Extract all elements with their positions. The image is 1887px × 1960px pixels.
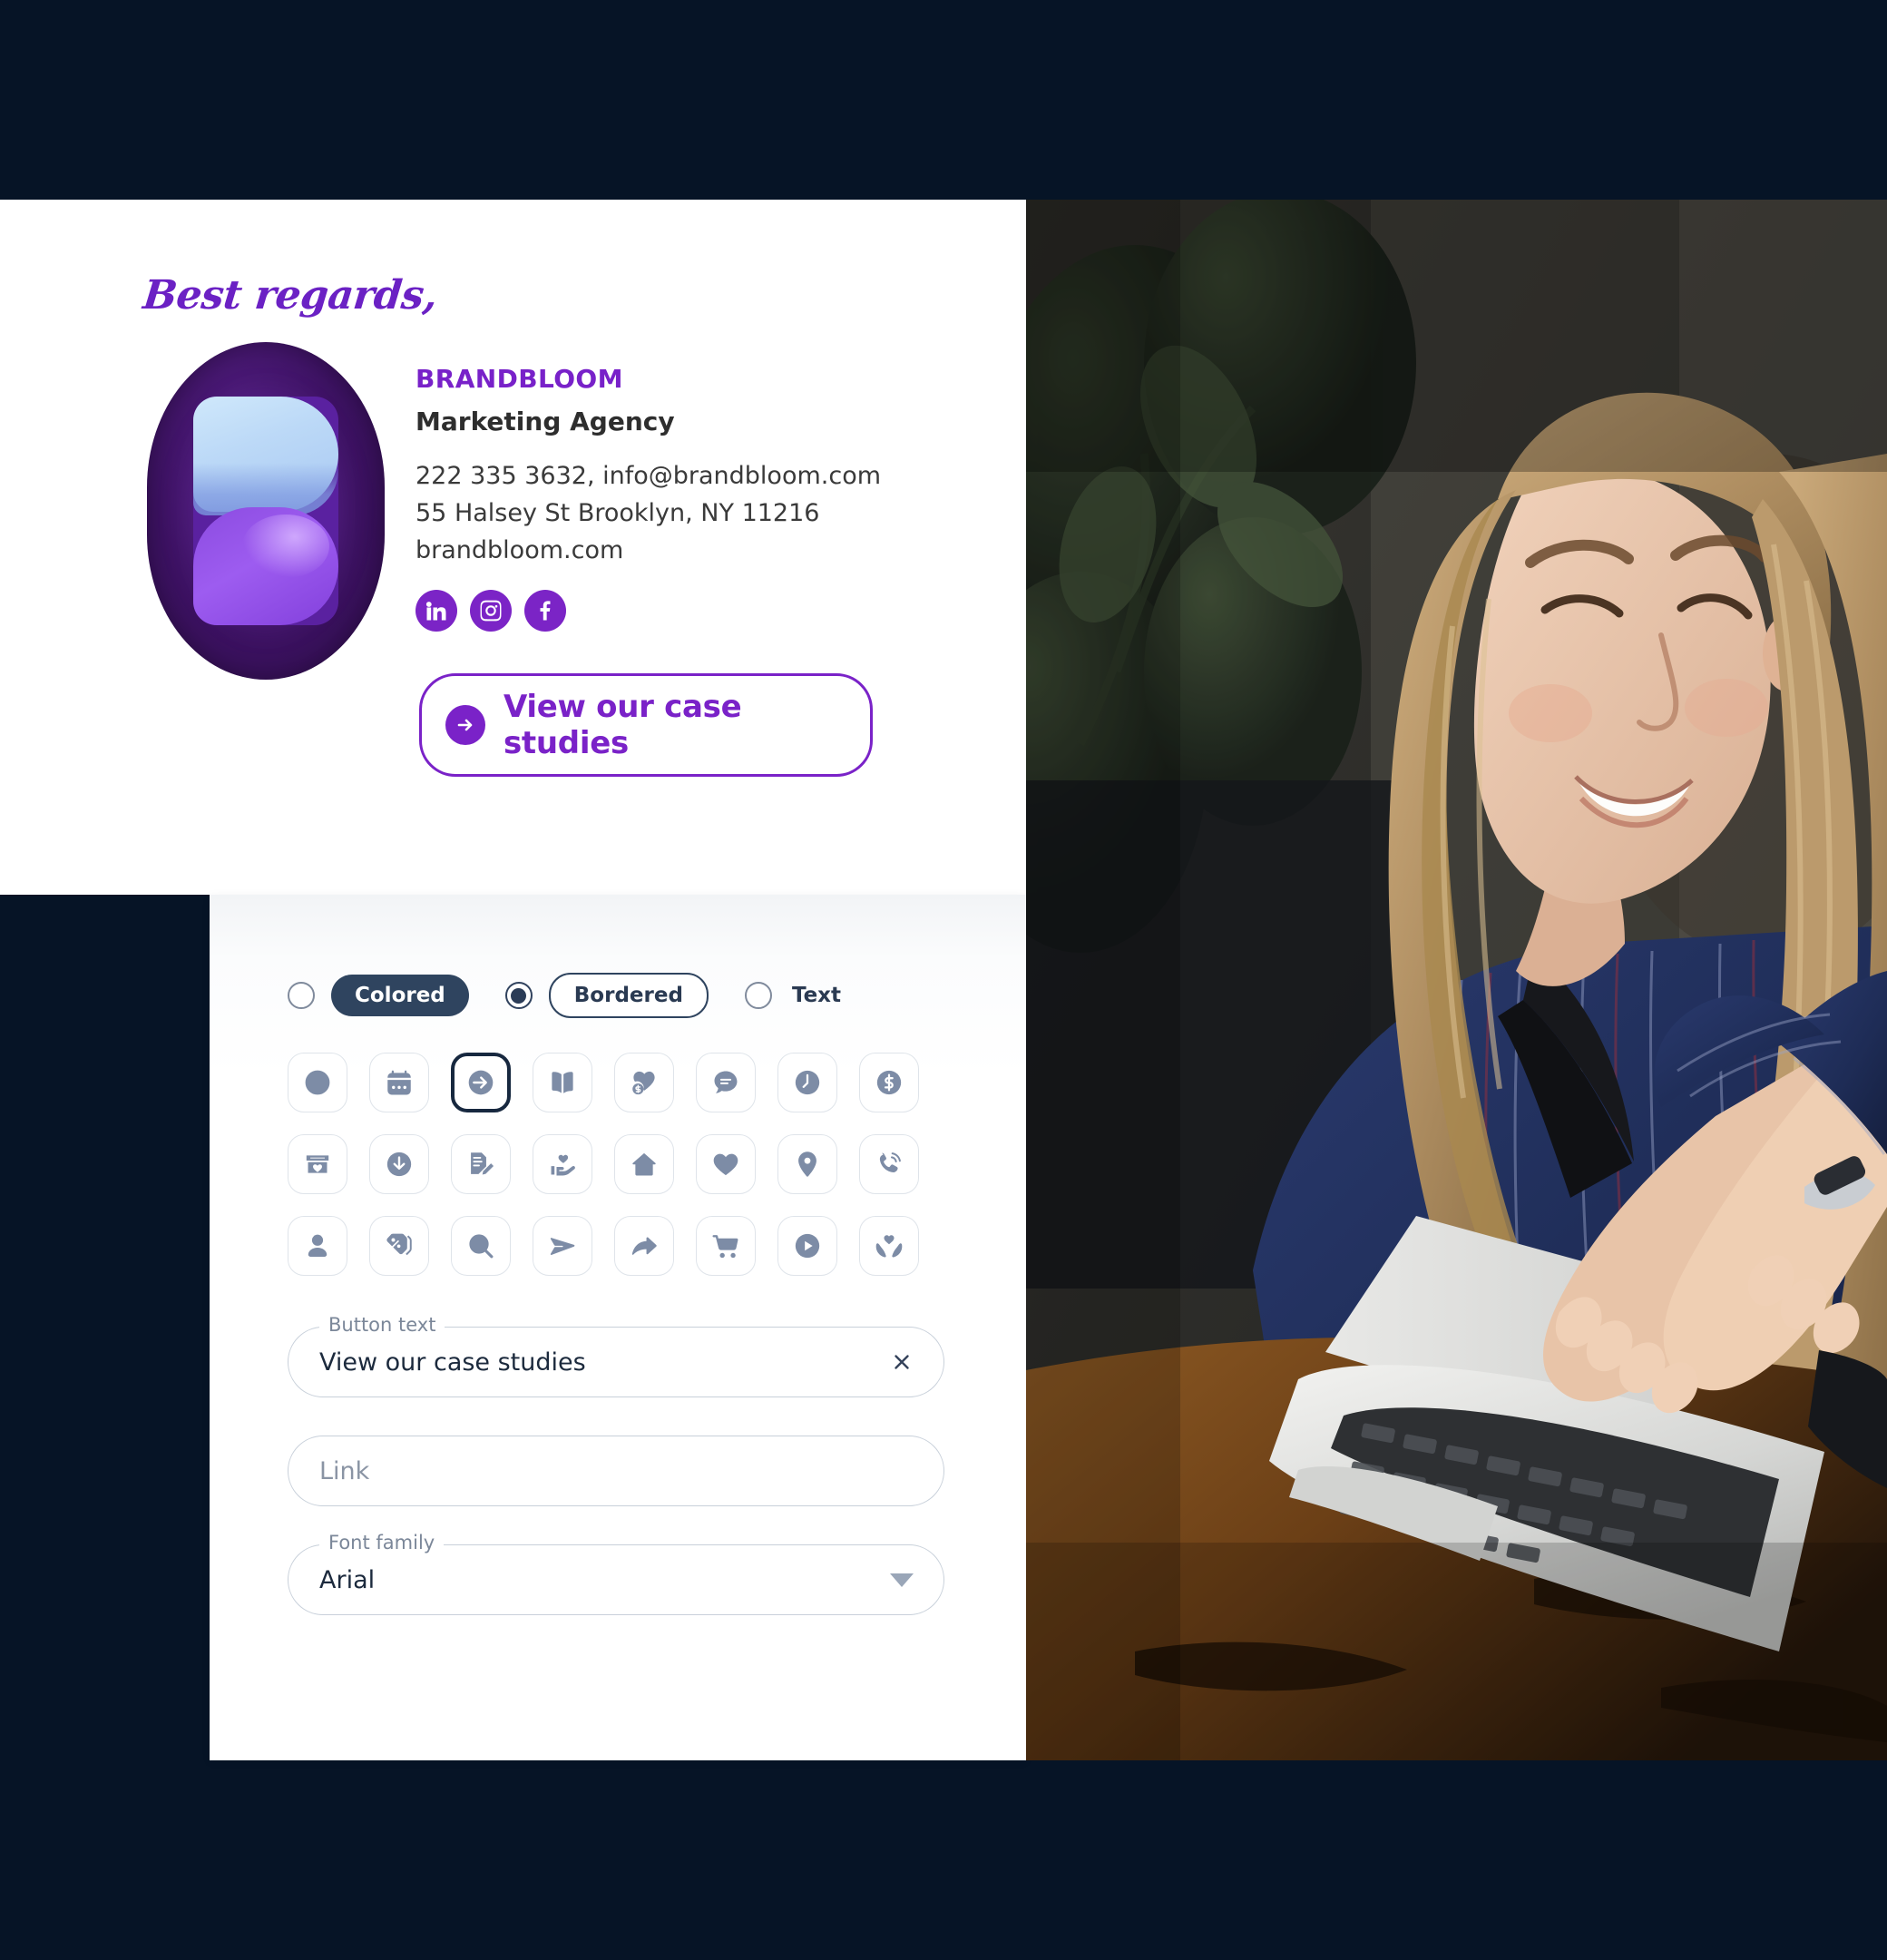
- style-option-colored[interactable]: Colored: [288, 975, 469, 1016]
- cta-button-preview[interactable]: View our case studies: [419, 673, 873, 778]
- logo-letter-b: [193, 397, 338, 625]
- icon-option-user-icon[interactable]: [288, 1216, 347, 1276]
- instagram-icon[interactable]: [470, 590, 512, 632]
- link-placeholder: Link: [319, 1456, 370, 1485]
- signature-content: Best regards, BRANDBLOOM Marketing Agenc…: [141, 272, 881, 778]
- hero-photo-illustration: [1026, 200, 1887, 1760]
- signature-preview-card: Best regards, BRANDBLOOM Marketing Agenc…: [0, 200, 1026, 895]
- contact-line-website: brandbloom.com: [416, 536, 624, 565]
- signature-body: BRANDBLOOM Marketing Agency 222 335 3632…: [143, 342, 881, 778]
- icon-option-home-icon[interactable]: [614, 1134, 674, 1194]
- icon-option-no-icon[interactable]: [288, 1053, 347, 1112]
- icon-option-heart-icon[interactable]: [696, 1134, 756, 1194]
- icon-option-gift-box-icon[interactable]: [288, 1134, 347, 1194]
- salutation-text: Best regards,: [141, 272, 440, 318]
- linkedin-icon[interactable]: [416, 590, 457, 632]
- close-icon[interactable]: [887, 1348, 916, 1377]
- radio-colored[interactable]: [288, 982, 315, 1009]
- icon-option-clock-icon[interactable]: [777, 1053, 837, 1112]
- icon-picker-grid: [288, 1053, 919, 1276]
- icon-option-edit-document-icon[interactable]: [451, 1134, 511, 1194]
- signature-details: BRANDBLOOM Marketing Agency 222 335 3632…: [416, 342, 881, 778]
- style-label-colored: Colored: [331, 975, 469, 1016]
- logo-b-lower-highlight: [242, 514, 329, 578]
- icon-option-arrow-right-circle-icon[interactable]: [451, 1053, 511, 1112]
- button-text-field[interactable]: Button text View our case studies: [288, 1314, 944, 1397]
- style-label-text: Text: [791, 984, 842, 1007]
- radio-bordered[interactable]: [504, 982, 533, 1009]
- icon-option-dollar-circle-icon[interactable]: [859, 1053, 919, 1112]
- brand-role: Marketing Agency: [416, 407, 675, 436]
- icon-option-book-open-icon[interactable]: [533, 1053, 592, 1112]
- logo-container: [143, 342, 385, 777]
- font-family-value: Arial: [319, 1565, 376, 1594]
- icon-option-heart-dollar-icon[interactable]: [614, 1053, 674, 1112]
- font-family-label: Font family: [319, 1532, 445, 1553]
- icon-option-download-circle-icon[interactable]: [369, 1134, 429, 1194]
- icon-option-search-icon[interactable]: [451, 1216, 511, 1276]
- icon-option-hand-heart-icon[interactable]: [533, 1134, 592, 1194]
- link-field[interactable]: Link: [288, 1436, 944, 1506]
- icon-option-calendar-icon[interactable]: [369, 1053, 429, 1112]
- contact-block: 222 335 3632, info@brandbloom.com 55 Hal…: [416, 460, 881, 566]
- radio-text[interactable]: [744, 982, 772, 1009]
- chevron-down-icon[interactable]: [887, 1565, 916, 1594]
- button-editor-panel: Colored Bordered Text Button text View o…: [210, 895, 1026, 1760]
- brandbloom-logo-icon: [147, 342, 385, 680]
- icon-option-chat-bubble-icon[interactable]: [696, 1053, 756, 1112]
- icon-option-share-arrow-icon[interactable]: [614, 1216, 674, 1276]
- button-text-label: Button text: [319, 1314, 445, 1336]
- editor-fields: Button text View our case studies Link F…: [288, 1314, 944, 1615]
- icon-option-shopping-cart-icon[interactable]: [696, 1216, 756, 1276]
- style-option-bordered[interactable]: Bordered: [504, 973, 709, 1018]
- facebook-icon[interactable]: [524, 590, 566, 632]
- icon-option-hands-heart-icon[interactable]: [859, 1216, 919, 1276]
- arrow-right-circle-icon: [445, 705, 485, 746]
- brand-name: BRANDBLOOM: [416, 364, 623, 394]
- icon-option-map-pin-icon[interactable]: [777, 1134, 837, 1194]
- cta-button-label: View our case studies: [504, 689, 742, 762]
- hero-photo: [1026, 200, 1887, 1760]
- contact-line-address: 55 Halsey St Brooklyn, NY 11216: [416, 499, 820, 528]
- icon-option-play-circle-icon[interactable]: [777, 1216, 837, 1276]
- icon-option-discount-tag-icon[interactable]: [369, 1216, 429, 1276]
- icon-option-phone-ring-icon[interactable]: [859, 1134, 919, 1194]
- logo-b-lower-bowl: [193, 507, 338, 625]
- icon-option-send-icon[interactable]: [533, 1216, 592, 1276]
- button-style-radio-group: Colored Bordered Text: [210, 895, 1026, 1018]
- logo-b-upper-bowl: [193, 397, 338, 515]
- social-links: [416, 590, 881, 632]
- style-label-bordered: Bordered: [548, 973, 709, 1018]
- style-option-text[interactable]: Text: [744, 975, 845, 1016]
- page-root: Best regards, BRANDBLOOM Marketing Agenc…: [0, 0, 1887, 1960]
- contact-line-phone-email: 222 335 3632, info@brandbloom.com: [416, 462, 882, 490]
- font-family-field[interactable]: Font family Arial: [288, 1532, 944, 1615]
- button-text-value: View our case studies: [319, 1348, 586, 1377]
